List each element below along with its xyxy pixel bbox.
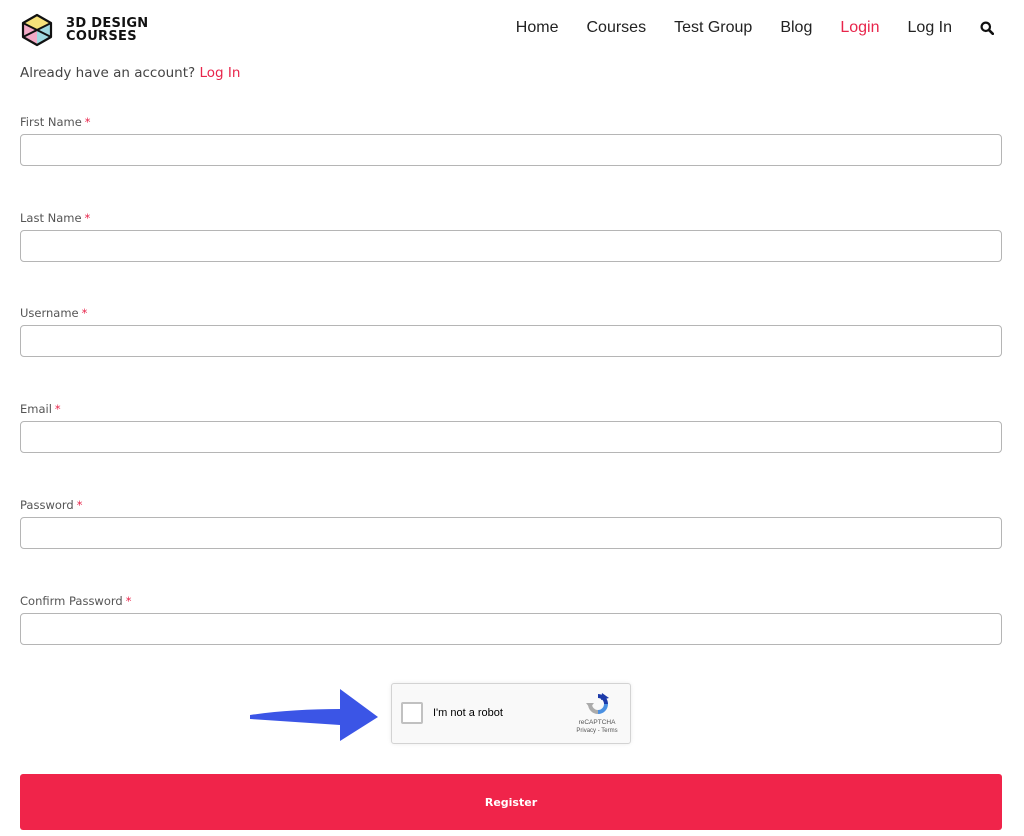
nav-test-group[interactable]: Test Group bbox=[674, 19, 752, 37]
last-name-input[interactable] bbox=[20, 230, 1002, 262]
nav-courses[interactable]: Courses bbox=[586, 19, 646, 37]
account-login-link[interactable]: Log In bbox=[199, 65, 240, 81]
recaptcha-widget: I'm not a robot reCAPTCHA Privacy - Term… bbox=[391, 683, 631, 744]
nav-login[interactable]: Login bbox=[840, 19, 879, 37]
password-field-group: Password * bbox=[20, 497, 1002, 549]
account-prompt-text: Already have an account? bbox=[20, 65, 196, 81]
email-input[interactable] bbox=[20, 421, 1002, 453]
last-name-field-group: Last Name * bbox=[20, 210, 1002, 262]
required-marker: * bbox=[84, 115, 91, 129]
pointer-arrow-icon bbox=[250, 689, 378, 741]
register-button[interactable]: Register bbox=[20, 774, 1002, 830]
email-field-group: Email * bbox=[20, 401, 1002, 453]
search-icon[interactable] bbox=[980, 21, 994, 35]
brand-name-line2: COURSES bbox=[66, 29, 137, 44]
recaptcha-label: I'm not a robot bbox=[433, 707, 503, 719]
recaptcha-privacy-terms-links[interactable]: Privacy - Terms bbox=[567, 728, 627, 734]
recaptcha-brand: reCAPTCHA bbox=[578, 719, 616, 726]
recaptcha-logo-icon bbox=[586, 693, 609, 714]
required-marker: * bbox=[81, 306, 88, 320]
required-marker: * bbox=[76, 498, 83, 512]
confirm-password-label: Confirm Password * bbox=[20, 594, 132, 608]
last-name-label: Last Name * bbox=[20, 211, 91, 225]
username-label: Username * bbox=[20, 306, 88, 320]
username-field-group: Username * bbox=[20, 305, 1002, 357]
username-input[interactable] bbox=[20, 325, 1002, 357]
nav-blog[interactable]: Blog bbox=[780, 19, 812, 37]
email-label: Email * bbox=[20, 402, 61, 416]
site-header: 3D DESIGN COURSES Home Courses Test Grou… bbox=[0, 0, 1024, 60]
required-marker: * bbox=[84, 211, 91, 225]
recaptcha-checkbox[interactable] bbox=[401, 702, 423, 724]
password-label: Password * bbox=[20, 498, 83, 512]
nav-log-in[interactable]: Log In bbox=[908, 19, 952, 37]
brand-name: 3D DESIGN COURSES bbox=[66, 17, 148, 43]
required-marker: * bbox=[54, 402, 61, 416]
first-name-input[interactable] bbox=[20, 134, 1002, 166]
first-name-field-group: First Name * bbox=[20, 114, 1002, 166]
main-nav: Home Courses Test Group Blog Login Log I… bbox=[488, 19, 994, 37]
nav-home[interactable]: Home bbox=[516, 19, 559, 37]
required-marker: * bbox=[125, 594, 132, 608]
password-input[interactable] bbox=[20, 517, 1002, 549]
confirm-password-input[interactable] bbox=[20, 613, 1002, 645]
account-prompt: Already have an account? Log In bbox=[20, 65, 240, 81]
site-logo[interactable]: 3D DESIGN COURSES bbox=[20, 12, 160, 48]
isometric-cube-logo-icon bbox=[21, 13, 53, 47]
first-name-label: First Name * bbox=[20, 115, 91, 129]
confirm-password-field-group: Confirm Password * bbox=[20, 593, 1002, 645]
